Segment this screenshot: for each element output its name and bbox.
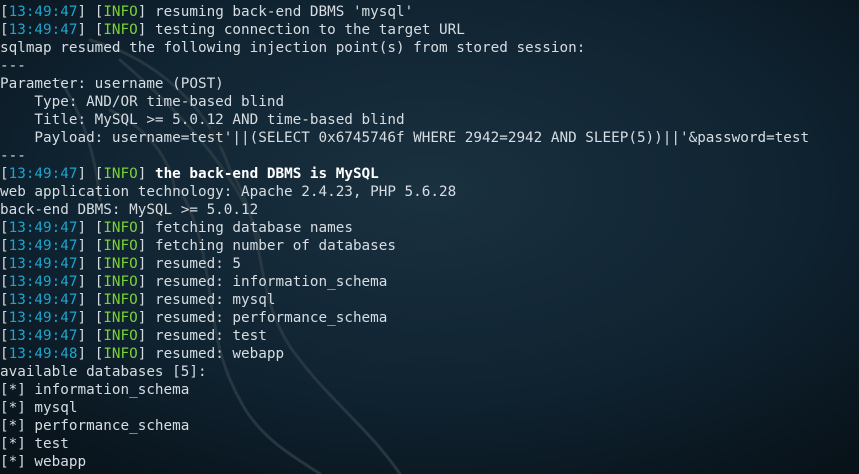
log-line: [13:49:47] [INFO] the back-end DBMS is M… <box>0 166 379 182</box>
log-message: fetching number of databases <box>154 238 396 254</box>
log-line: [13:49:47] [INFO] resumed: test <box>0 328 267 344</box>
output-text: [*] information_schema <box>0 382 190 398</box>
output-text: back-end DBMS: MySQL >= 5.0.12 <box>0 202 259 218</box>
output-line: available databases [5]: <box>0 363 859 381</box>
log-level-badge: INFO <box>103 22 138 38</box>
output-text: [*] webapp <box>0 454 87 470</box>
timestamp: 13:49:47 <box>8 310 78 326</box>
output-text: --- <box>0 148 26 164</box>
log-message: fetching database names <box>154 220 353 236</box>
output-line: [*] test <box>0 435 859 453</box>
output-line: back-end DBMS: MySQL >= 5.0.12 <box>0 201 859 219</box>
output-line: [*] performance_schema <box>0 417 859 435</box>
output-line: --- <box>0 147 859 165</box>
log-level-badge: INFO <box>103 238 138 254</box>
log-line: [13:49:48] [INFO] resumed: webapp <box>0 346 285 362</box>
output-text: web application technology: Apache 2.4.2… <box>0 184 457 200</box>
log-message: resumed: performance_schema <box>154 310 388 326</box>
output-line: web application technology: Apache 2.4.2… <box>0 183 859 201</box>
log-level-badge: INFO <box>103 220 138 236</box>
output-line: Title: MySQL >= 5.0.12 AND time-based bl… <box>0 111 859 129</box>
log-line: [13:49:47] [INFO] resumed: information_s… <box>0 274 388 290</box>
log-level-badge: INFO <box>103 328 138 344</box>
timestamp: 13:49:47 <box>8 328 78 344</box>
log-message: testing connection to the target URL <box>154 22 465 38</box>
log-line: [13:49:47] [INFO] resumed: 5 <box>0 256 242 272</box>
log-message: resumed: test <box>154 328 267 344</box>
log-message: the back-end DBMS is MySQL <box>154 166 379 182</box>
log-level-badge: INFO <box>103 292 138 308</box>
log-line: [13:49:47] [INFO] fetching number of dat… <box>0 238 396 254</box>
log-line: [13:49:47] [INFO] testing connection to … <box>0 22 465 38</box>
log-level-badge: INFO <box>103 310 138 326</box>
output-text: Title: MySQL >= 5.0.12 AND time-based bl… <box>0 112 405 128</box>
output-text: available databases [5]: <box>0 364 207 380</box>
log-level-badge: INFO <box>103 346 138 362</box>
log-message: resumed: information_schema <box>154 274 388 290</box>
output-line: [*] mysql <box>0 399 859 417</box>
log-line: [13:49:47] [INFO] resumed: performance_s… <box>0 310 388 326</box>
output-line: [*] webapp <box>0 453 859 471</box>
terminal-output: [13:49:47] [INFO] resuming back-end DBMS… <box>0 3 859 471</box>
log-level-badge: INFO <box>103 166 138 182</box>
timestamp: 13:49:48 <box>8 346 78 362</box>
output-line: Parameter: username (POST) <box>0 75 859 93</box>
output-line: sqlmap resumed the following injection p… <box>0 39 859 57</box>
output-text: [*] mysql <box>0 400 78 416</box>
log-message: resumed: webapp <box>154 346 285 362</box>
timestamp: 13:49:47 <box>8 220 78 236</box>
log-message: resumed: 5 <box>154 256 242 272</box>
timestamp: 13:49:47 <box>8 166 78 182</box>
timestamp: 13:49:47 <box>8 256 78 272</box>
output-text: Parameter: username (POST) <box>0 76 224 92</box>
log-line: [13:49:47] [INFO] resumed: mysql <box>0 292 276 308</box>
output-text: Payload: username=test'||(SELECT 0x67457… <box>0 130 810 146</box>
output-line: Payload: username=test'||(SELECT 0x67457… <box>0 129 859 147</box>
log-line: [13:49:47] [INFO] resuming back-end DBMS… <box>0 4 414 20</box>
output-text: [*] performance_schema <box>0 418 190 434</box>
log-message: resumed: mysql <box>154 292 276 308</box>
output-line: [*] information_schema <box>0 381 859 399</box>
timestamp: 13:49:47 <box>8 22 78 38</box>
log-level-badge: INFO <box>103 274 138 290</box>
timestamp: 13:49:47 <box>8 238 78 254</box>
output-text: sqlmap resumed the following injection p… <box>0 40 586 56</box>
timestamp: 13:49:47 <box>8 292 78 308</box>
timestamp: 13:49:47 <box>8 274 78 290</box>
output-text: --- <box>0 58 26 74</box>
timestamp: 13:49:47 <box>8 4 78 20</box>
output-line: --- <box>0 57 859 75</box>
output-line: Type: AND/OR time-based blind <box>0 93 859 111</box>
log-level-badge: INFO <box>103 256 138 272</box>
log-level-badge: INFO <box>103 4 138 20</box>
output-text: [*] test <box>0 436 69 452</box>
output-text: Type: AND/OR time-based blind <box>0 94 285 110</box>
log-message: resuming back-end DBMS 'mysql' <box>154 4 414 20</box>
log-line: [13:49:47] [INFO] fetching database name… <box>0 220 353 236</box>
